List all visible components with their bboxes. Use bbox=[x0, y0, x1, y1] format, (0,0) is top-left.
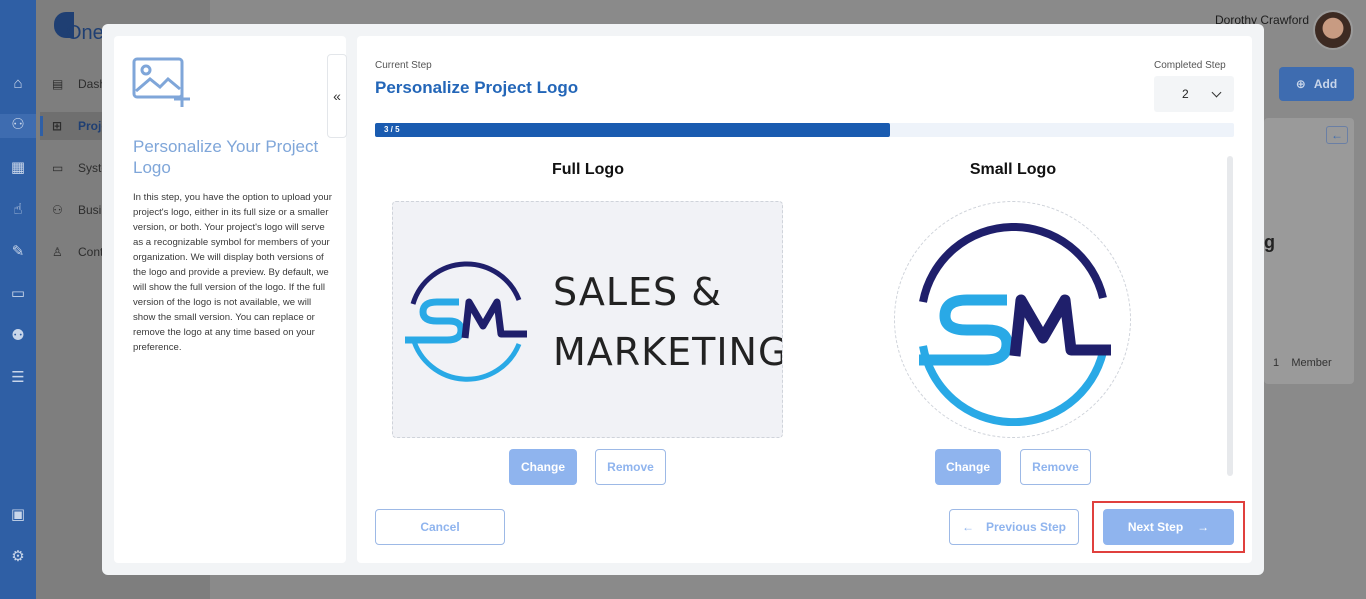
plus-circle-icon: ⊕ bbox=[1295, 77, 1306, 91]
sidebar-item-label: Busi bbox=[78, 203, 102, 217]
hand-icon[interactable]: ☝ bbox=[7, 199, 29, 221]
full-logo-preview: SM SALES & MARKETING bbox=[392, 201, 783, 438]
member-count-label: Member bbox=[1291, 357, 1332, 369]
server-icon[interactable]: ☰ bbox=[7, 367, 29, 389]
collapse-panel-button[interactable]: « bbox=[327, 54, 347, 138]
presentation-icon[interactable]: ▭ bbox=[7, 283, 29, 305]
full-logo-text-line1: SALES & bbox=[553, 270, 722, 314]
completed-step-label: Completed Step bbox=[1154, 60, 1226, 71]
full-logo-heading: Full Logo bbox=[552, 161, 624, 178]
tools-icon[interactable]: ✎ bbox=[7, 241, 29, 263]
step-info-description: In this step, you have the option to upl… bbox=[133, 192, 332, 353]
full-logo-text-line2: MARKETING bbox=[553, 330, 783, 374]
sidebar-item-label: Cont bbox=[78, 245, 104, 259]
partial-heading: g bbox=[1264, 232, 1275, 252]
users-icon[interactable]: ⚇ bbox=[0, 114, 36, 138]
project-wizard-modal: Personalize Your Project Logo In this st… bbox=[102, 24, 1264, 575]
step-progress-fill: 3 / 5 bbox=[375, 123, 891, 137]
completed-step-select[interactable]: 2 bbox=[1154, 76, 1234, 112]
avatar[interactable] bbox=[1313, 10, 1353, 50]
content-scrollbar[interactable] bbox=[1227, 156, 1233, 476]
store-icon[interactable]: ▦ bbox=[7, 157, 29, 179]
home-icon[interactable]: ⌂ bbox=[7, 73, 29, 95]
step-info-title: Personalize Your Project Logo bbox=[133, 137, 319, 177]
arrow-left-icon: ← bbox=[961, 520, 974, 534]
brand-logo[interactable]: One bbox=[52, 8, 104, 44]
sm-monogram-logo: SM bbox=[405, 261, 527, 382]
member-count-value: 1 bbox=[1273, 357, 1280, 369]
change-full-logo-button[interactable]: Change bbox=[509, 449, 577, 485]
monitor-icon[interactable]: ▣ bbox=[7, 504, 29, 526]
step-info-panel: Personalize Your Project Logo In this st… bbox=[114, 36, 346, 563]
completed-step-value: 2 bbox=[1182, 87, 1189, 101]
business-icon: ⚇ bbox=[52, 203, 63, 217]
system-icon: ▭ bbox=[52, 161, 64, 175]
add-button[interactable]: ⊕ Add bbox=[1279, 67, 1354, 101]
current-step-title: Personalize Project Logo bbox=[375, 78, 579, 97]
remove-small-logo-button[interactable]: Remove bbox=[1020, 449, 1091, 485]
sm-monogram-logo-small: SM bbox=[919, 222, 1111, 426]
previous-step-label: Previous Step bbox=[985, 520, 1067, 534]
cancel-button[interactable]: Cancel bbox=[375, 509, 505, 545]
chevron-down-icon bbox=[1211, 87, 1222, 97]
current-step-label: Current Step bbox=[375, 60, 432, 71]
brand-text: One bbox=[66, 22, 104, 44]
icon-rail: ⌂ ⚇ ▦ ☝ ✎ ▭ ⚉ ☰ ▣ ⚙ bbox=[0, 0, 36, 599]
back-arrow-icon[interactable]: ← bbox=[1326, 126, 1348, 144]
double-chevron-left-icon: « bbox=[333, 88, 341, 104]
add-image-icon bbox=[132, 57, 190, 107]
add-button-label: Add bbox=[1313, 77, 1338, 91]
step-progress-bar: 3 / 5 bbox=[375, 123, 1234, 137]
project-hierarchy-icon: ⊞ bbox=[52, 119, 63, 133]
member-count: 1 Member bbox=[1273, 357, 1332, 369]
small-logo-heading: Small Logo bbox=[969, 161, 1057, 178]
project-panel bbox=[1264, 118, 1354, 384]
wizard-main-panel: Current Step Personalize Project Logo Co… bbox=[357, 36, 1252, 563]
contact-icon: ♙ bbox=[52, 245, 63, 259]
team-icon[interactable]: ⚉ bbox=[7, 325, 29, 347]
next-step-highlight bbox=[1092, 501, 1245, 553]
change-small-logo-button[interactable]: Change bbox=[935, 449, 1001, 485]
dashboard-icon: ▤ bbox=[52, 77, 64, 91]
remove-full-logo-button[interactable]: Remove bbox=[595, 449, 666, 485]
settings-gear-icon[interactable]: ⚙ bbox=[7, 546, 29, 568]
small-logo-preview: SM bbox=[894, 201, 1131, 438]
previous-step-button[interactable]: ← Previous Step bbox=[949, 509, 1079, 545]
